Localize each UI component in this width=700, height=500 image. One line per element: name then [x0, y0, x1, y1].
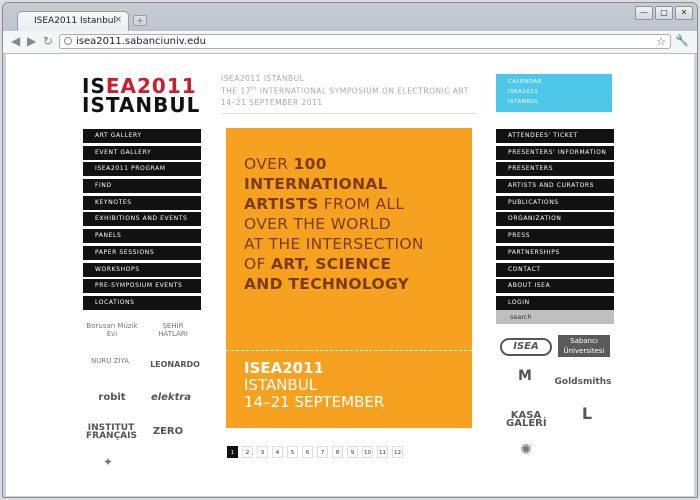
browser-tab[interactable]: ISEA2011 Istanbul ×	[17, 11, 129, 31]
pager-page-button[interactable]: 7	[317, 446, 328, 458]
address-bar[interactable]: isea2011.sabanciuniv.edu ☆	[59, 34, 671, 49]
left-menu-item[interactable]: PAPER SESSIONS	[83, 245, 201, 260]
pager-page-button[interactable]: 3	[257, 446, 268, 458]
pager-page-button[interactable]: 10	[362, 446, 373, 458]
right-menu-item[interactable]: ORGANIZATION	[496, 212, 614, 227]
wrench-icon[interactable]: 🔧	[675, 34, 689, 47]
pager-page-button[interactable]: 5	[287, 446, 298, 458]
sponsor-isea[interactable]: ISEA	[500, 338, 552, 356]
left-menu-item[interactable]: LOCATIONS	[83, 295, 201, 310]
sponsor-lea-icon[interactable]: L	[572, 406, 602, 434]
right-menu-item[interactable]: CONTACT	[496, 262, 614, 277]
right-menu-item[interactable]: PARTNERSHIPS	[496, 245, 614, 260]
tagline-line-2: THE 17th INTERNATIONAL SYMPOSIUM ON ELEC…	[221, 86, 469, 96]
pager-page-button[interactable]: 8	[332, 446, 343, 458]
reload-icon[interactable]: ↻	[43, 34, 53, 48]
right-menu-item[interactable]: PRESENTERS' INFORMATION	[496, 145, 614, 160]
event-poster: OVER 100 INTERNATIONAL ARTISTS FROM ALL …	[226, 128, 472, 428]
left-menu-item[interactable]: FIND	[83, 179, 201, 194]
sponsor-leonardo[interactable]: LEONARDO	[144, 361, 206, 369]
browser-toolbar: ◀ ▶ ↻ isea2011.sabanciuniv.edu ☆ 🔧	[3, 31, 697, 54]
calendar-box[interactable]: CALENDAR ISEA2011 ISTANBUL	[496, 74, 612, 112]
left-menu-item[interactable]: EVENT GALLERY	[83, 145, 201, 160]
right-menu-item[interactable]: ATTENDEES' TICKET	[496, 129, 614, 143]
right-menu-item[interactable]: ARTISTS AND CURATORS	[496, 179, 614, 194]
right-menu-item[interactable]: PRESS	[496, 229, 614, 244]
left-menu-item[interactable]: KEYNOTES	[83, 195, 201, 210]
sponsor-sabanci[interactable]: Sabancı Üniversitesi	[558, 335, 610, 357]
left-menu-item[interactable]: ISEA2011 PROGRAM	[83, 162, 201, 177]
bookmark-star-icon[interactable]: ☆	[656, 35, 666, 48]
sponsor-goldsmiths[interactable]: Goldsmiths	[554, 378, 612, 387]
tagline-line-1: ISEA2011 ISTANBUL	[221, 74, 305, 83]
poster-event-info: ISEA2011 ISTANBUL 14–21 SEPTEMBER	[244, 359, 385, 411]
sponsor-zero[interactable]: ZERO	[148, 427, 188, 437]
calendar-line: ISEA2011	[508, 89, 539, 95]
maximize-button[interactable]: □	[655, 6, 673, 20]
forward-arrow-icon[interactable]: ▶	[27, 34, 36, 48]
sponsor-borusan[interactable]: Borusan Müzik Evi	[86, 322, 138, 338]
sponsor-institut-francais[interactable]: INSTITUT FRANÇAIS	[86, 424, 137, 441]
pager-page-button[interactable]: 9	[347, 446, 358, 458]
globe-icon	[64, 37, 72, 45]
sponsor-robit[interactable]: robit	[86, 393, 138, 403]
left-menu-item[interactable]: PRE-SYMPOSIUM EVENTS	[83, 279, 201, 294]
close-window-button[interactable]: ✕	[675, 6, 693, 20]
url-text: isea2011.sabanciuniv.edu	[76, 36, 206, 47]
sponsor-m-icon[interactable]: M	[514, 369, 536, 396]
sponsor-nuru-ziya[interactable]: NURU ZİYA	[90, 357, 130, 365]
tab-close-icon[interactable]: ×	[114, 15, 122, 25]
web-page: ISEA2011 ISTANBUL ISEA2011 ISTANBUL THE …	[6, 54, 694, 496]
sponsor-icon-right-bottom[interactable]: ✺	[514, 443, 538, 470]
pager-page-button[interactable]: 2	[242, 446, 253, 458]
pager-page-button[interactable]: 12	[392, 446, 403, 458]
right-menu-item[interactable]: PUBLICATIONS	[496, 195, 614, 210]
sponsor-sehir-hatlari[interactable]: ŞEHİR HATLARI	[148, 322, 198, 338]
calendar-line: ISTANBUL	[508, 99, 539, 105]
sponsor-kasa-galeri[interactable]: KASA GALERİ	[506, 411, 547, 429]
tab-strip: ISEA2011 Istanbul × + — □ ✕	[3, 3, 697, 31]
isea-logo[interactable]: ISEA2011 ISTANBUL	[82, 74, 202, 118]
pager-page-button[interactable]: 11	[377, 446, 388, 458]
pager-page-button[interactable]: 6	[302, 446, 313, 458]
left-nav-menu: ART GALLERY EVENT GALLERY ISEA2011 PROGRAM…	[83, 129, 201, 313]
left-menu-item[interactable]: EXHIBITIONS AND EVENTS	[83, 212, 201, 227]
left-menu-item[interactable]: ART GALLERY	[83, 129, 201, 143]
search-input[interactable]: search	[496, 310, 614, 324]
right-menu-item[interactable]: ABOUT ISEA	[496, 279, 614, 294]
left-menu-item[interactable]: WORKSHOPS	[83, 262, 201, 277]
right-nav-menu: ATTENDEES' TICKET PRESENTERS' INFORMATION…	[496, 129, 614, 313]
site-tagline: ISEA2011 ISTANBUL THE 17th INTERNATIONAL…	[221, 73, 476, 114]
back-arrow-icon[interactable]: ◀	[11, 34, 20, 48]
tab-title: ISEA2011 Istanbul	[34, 16, 116, 26]
slide-pager: 1 2 3 4 5 6 7 8 9 10 11 12	[227, 446, 403, 458]
poster-divider	[226, 350, 472, 355]
browser-window: ISEA2011 Istanbul × + — □ ✕ ◀ ▶ ↻ isea20…	[2, 2, 698, 498]
calendar-line: CALENDAR	[508, 79, 542, 85]
minimize-button[interactable]: —	[635, 6, 653, 20]
pager-page-button[interactable]: 4	[272, 446, 283, 458]
window-controls: — □ ✕	[635, 6, 693, 20]
tagline-line-3: 14–21 SEPTEMBER 2011	[221, 97, 323, 107]
poster-headline: OVER 100 INTERNATIONAL ARTISTS FROM ALL …	[244, 155, 424, 293]
new-tab-button[interactable]: +	[133, 15, 147, 26]
left-menu-item[interactable]: PANELS	[83, 229, 201, 244]
logo-text-city: ISTANBUL	[82, 93, 201, 117]
right-menu-item[interactable]: PRESENTERS	[496, 162, 614, 177]
pager-page-button[interactable]: 1	[227, 446, 238, 458]
right-menu-item[interactable]: LOGIN	[496, 295, 614, 310]
sponsor-elektra[interactable]: elektra	[146, 393, 196, 403]
sponsor-icon-left-bottom[interactable]: ✦	[88, 456, 128, 482]
